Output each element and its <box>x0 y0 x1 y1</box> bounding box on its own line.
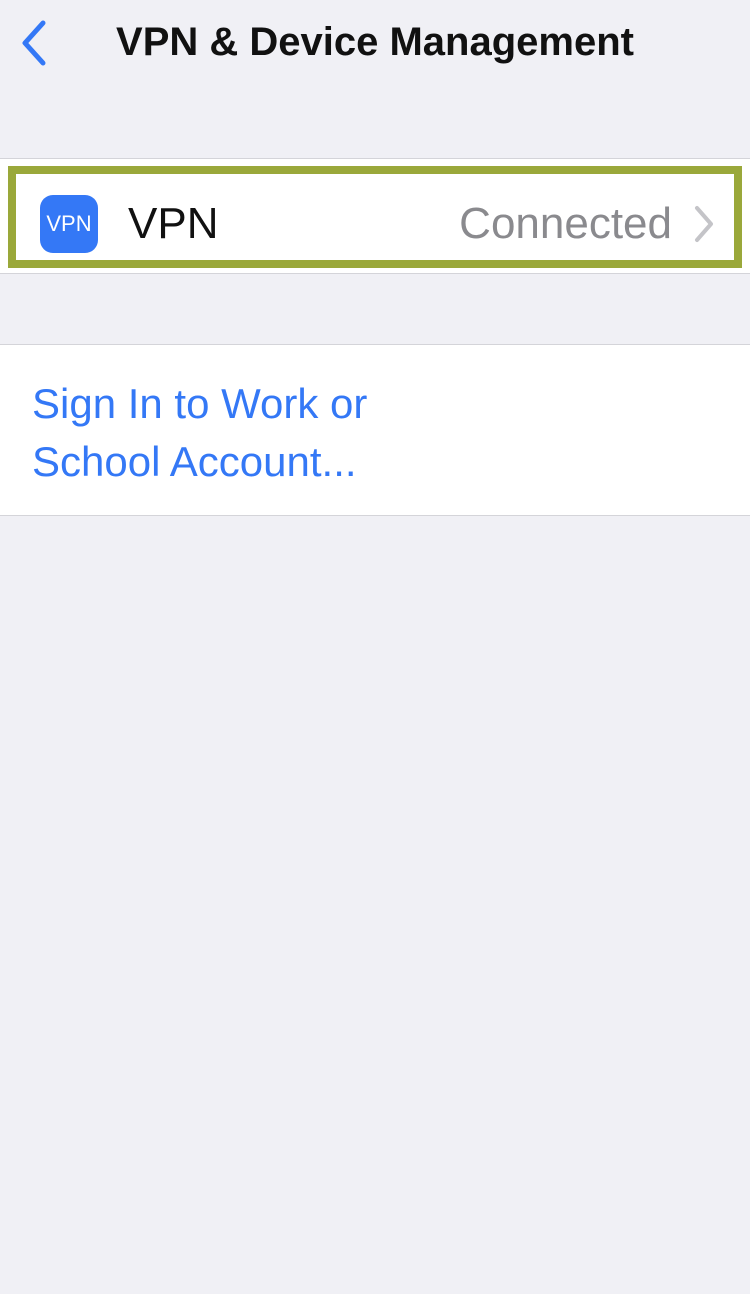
navigation-bar: VPN & Device Management <box>0 0 750 86</box>
vpn-status-text: Connected <box>459 199 672 248</box>
chevron-left-icon <box>22 20 46 66</box>
vpn-row[interactable]: VPN VPN Connected <box>8 166 742 268</box>
page-title: VPN & Device Management <box>116 20 634 64</box>
vpn-section: VPN VPN Connected <box>0 158 750 274</box>
account-section: Sign In to Work or School Account... <box>0 344 750 516</box>
sign-in-account-link[interactable]: Sign In to Work or School Account... <box>32 375 452 491</box>
vpn-label: VPN <box>128 199 219 248</box>
chevron-right-icon <box>695 206 713 242</box>
back-button[interactable] <box>10 12 58 74</box>
vpn-app-icon: VPN <box>40 195 98 253</box>
